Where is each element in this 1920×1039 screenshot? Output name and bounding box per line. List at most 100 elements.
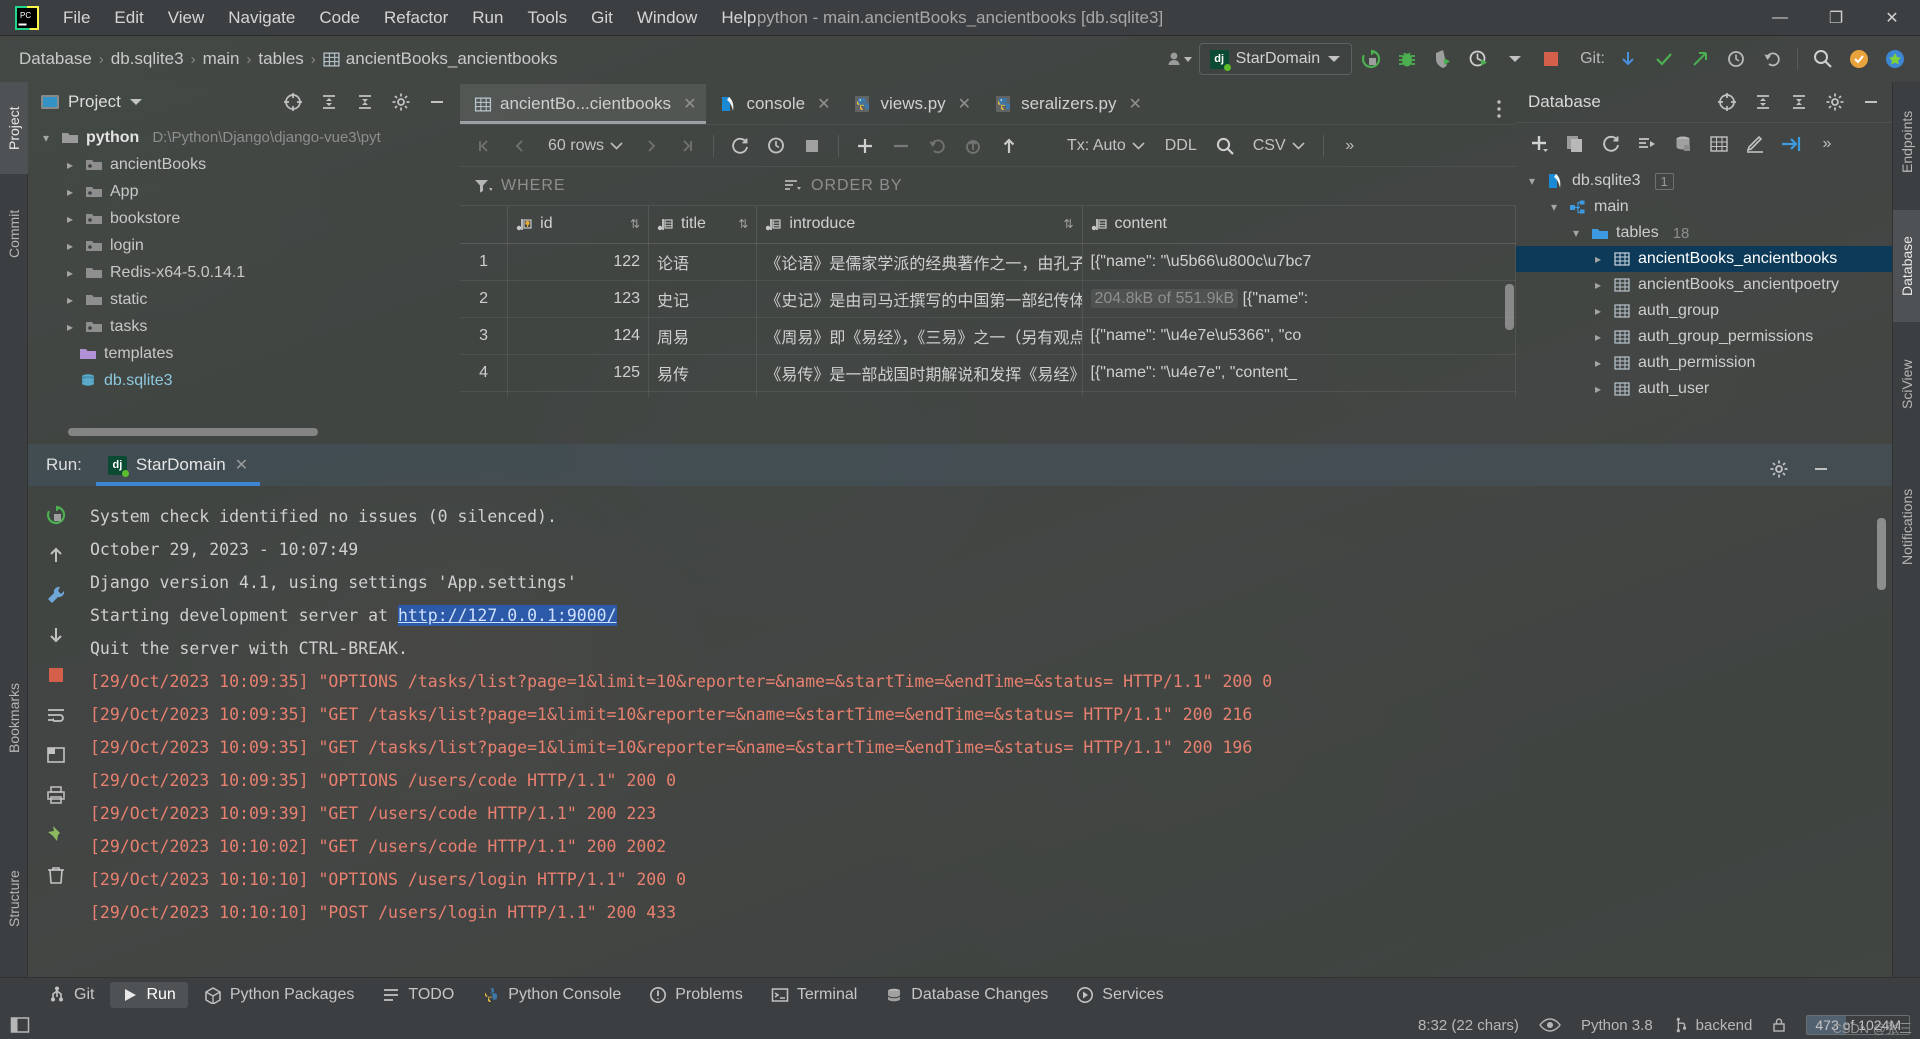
menu-git[interactable]: Git — [580, 3, 624, 33]
expand-all-icon[interactable] — [312, 87, 346, 117]
project-horizontal-scrollbar[interactable] — [68, 428, 318, 436]
run-console-output[interactable]: System check identified no issues (0 sil… — [84, 486, 1892, 979]
stop-query-icon[interactable] — [796, 131, 828, 161]
sidebar-tab-project[interactable]: Project — [0, 82, 28, 174]
window-controls[interactable]: — ❐ ✕ — [1752, 0, 1920, 36]
collapse-all-icon[interactable] — [1782, 87, 1816, 117]
jump-to-editor-icon[interactable] — [1774, 129, 1808, 159]
table-row[interactable]: 5 126 孟子 《孟子》是中国儒家典籍中的一部，记录了战国 [{"name":… — [460, 391, 1516, 398]
chevron-down-icon[interactable]: ▾ — [1524, 174, 1540, 188]
menu-file[interactable]: File — [52, 3, 101, 33]
toggle-sidebar-button[interactable] — [10, 1016, 30, 1034]
chevron-right-icon[interactable]: ▸ — [62, 266, 78, 280]
cell-introduce[interactable]: 《史记》是由司马迁撰写的中国第一部纪传体通 — [756, 280, 1083, 318]
editor-tab-views[interactable]: views.py ✕ — [840, 84, 981, 124]
cell-id[interactable]: 122 — [507, 243, 650, 281]
cell-introduce[interactable]: 《周易》即《易经》，《三易》之一（另有观点 — [756, 317, 1083, 355]
cell-introduce[interactable]: 《易传》是一部战国时期解说和发挥《易经》的 — [756, 354, 1083, 392]
chevron-down-icon[interactable]: ▾ — [38, 131, 54, 145]
transaction-mode-selector[interactable]: Tx: Auto — [1059, 131, 1153, 161]
database-toolbar[interactable]: » — [1516, 122, 1892, 164]
sort-arrows-icon[interactable]: ⇅ — [738, 217, 748, 231]
chevron-right-icon[interactable]: ▸ — [1590, 356, 1606, 370]
close-icon[interactable]: ✕ — [235, 455, 248, 475]
breadcrumb-schema[interactable]: main — [198, 47, 245, 71]
table-editor-icon[interactable] — [1702, 129, 1736, 159]
gear-icon[interactable] — [384, 87, 418, 117]
cell-id[interactable]: 126 — [507, 391, 650, 398]
cell-introduce[interactable]: 《孟子》是中国儒家典籍中的一部，记录了战国 — [756, 391, 1083, 398]
where-filter[interactable]: WHERE — [460, 177, 770, 195]
profile-icon[interactable] — [1462, 44, 1496, 74]
chevron-right-icon[interactable]: ▸ — [1590, 330, 1606, 344]
modify-icon[interactable] — [1738, 129, 1772, 159]
upload-icon[interactable] — [993, 131, 1025, 161]
search-icon[interactable] — [1209, 131, 1241, 161]
chevron-right-icon[interactable]: ▸ — [1590, 278, 1606, 292]
coverage-icon[interactable] — [1426, 44, 1460, 74]
bottom-tab-terminal[interactable]: Terminal — [759, 982, 869, 1008]
bottom-tab-run[interactable]: Run — [110, 981, 188, 1008]
menu-window[interactable]: Window — [626, 3, 708, 33]
chevron-down-icon[interactable]: ▾ — [1568, 226, 1584, 240]
breadcrumb-database[interactable]: Database — [14, 47, 97, 71]
table-row[interactable]: 3 124 周易 《周易》即《易经》，《三易》之一（另有观点 [{"name":… — [460, 317, 1516, 355]
project-panel-actions[interactable] — [276, 87, 454, 117]
bottom-tab-database-changes[interactable]: Database Changes — [873, 982, 1060, 1008]
project-tree[interactable]: ▾ python D:\Python\Django\django-vue3\py… — [28, 122, 460, 394]
chevron-right-icon[interactable]: ▸ — [1590, 382, 1606, 396]
grid-vertical-scrollbar[interactable] — [1505, 284, 1514, 330]
column-header-introduce[interactable]: introduce ⇅ — [756, 206, 1083, 244]
table-row[interactable]: 2 123 史记 《史记》是由司马迁撰写的中国第一部纪传体通 204.8kB o… — [460, 280, 1516, 318]
menu-run[interactable]: Run — [461, 3, 514, 33]
run-window-actions[interactable] — [1762, 454, 1838, 484]
cell-title[interactable]: 孟子 — [648, 391, 758, 398]
overflow-icon[interactable]: » — [1810, 129, 1844, 159]
settings-wrench-icon[interactable] — [39, 580, 73, 610]
menu-help[interactable]: Help — [710, 3, 767, 33]
git-update-icon[interactable] — [1611, 44, 1645, 74]
sort-arrows-icon[interactable]: ⇅ — [630, 217, 640, 231]
export-format-selector[interactable]: CSV — [1245, 131, 1313, 161]
tree-node-ancientbooks[interactable]: ▸ ancientBooks — [28, 151, 460, 178]
sidebar-tab-database[interactable]: Database — [1893, 210, 1920, 322]
column-header-content[interactable]: content — [1082, 206, 1516, 244]
stop-icon[interactable] — [39, 660, 73, 690]
nav-right-toolbar[interactable]: dj StarDomain Git: — [1163, 43, 1912, 75]
cell-title[interactable]: 史记 — [648, 280, 758, 318]
cell-content[interactable]: [{"name": "\u5b66\u800c\u7bc7 — [1082, 243, 1516, 281]
cell-id[interactable]: 125 — [507, 354, 650, 392]
menu-navigate[interactable]: Navigate — [217, 3, 306, 33]
notification-icon[interactable] — [1842, 44, 1876, 74]
maximize-button[interactable]: ❐ — [1808, 0, 1864, 36]
git-commit-icon[interactable] — [1647, 44, 1681, 74]
chevron-down-icon[interactable]: ▾ — [1546, 200, 1562, 214]
git-push-icon[interactable] — [1683, 44, 1717, 74]
editor-tab-bar[interactable]: ancientBo...cientbooks ✕ console ✕ views… — [460, 82, 1516, 124]
print-icon[interactable] — [39, 780, 73, 810]
sidebar-tab-notifications[interactable]: Notifications — [1893, 452, 1920, 602]
right-tool-strip[interactable]: Endpoints Database SciView Notifications — [1892, 82, 1920, 979]
cell-content[interactable]: [{"name": "\u4e7e", "content_ — [1082, 354, 1516, 392]
chevron-right-icon[interactable]: ▸ — [62, 239, 78, 253]
db-node-ancientbooks-ancientbooks[interactable]: ▸ ancientBooks_ancientbooks — [1516, 246, 1892, 272]
data-grid[interactable]: id ⇅ title ⇅ introduce ⇅ content 1 122 论… — [460, 206, 1516, 398]
git-branch-widget[interactable]: backend — [1673, 1017, 1752, 1034]
breadcrumb-db-file[interactable]: db.sqlite3 — [106, 47, 189, 71]
bottom-tab-problems[interactable]: Problems — [637, 982, 755, 1008]
left-tool-strip[interactable]: Project Commit Bookmarks Structure — [0, 82, 28, 979]
run-tab-stardomain[interactable]: dj StarDomain ✕ — [95, 444, 261, 486]
debug-icon[interactable] — [1390, 44, 1424, 74]
gear-icon[interactable] — [1762, 454, 1796, 484]
db-node-auth-group-permissions[interactable]: ▸ auth_group_permissions — [1516, 324, 1892, 350]
grid-overflow-icon[interactable]: » — [1334, 131, 1366, 161]
data-grid-toolbar[interactable]: 60 rows Tx: Auto DDL CSV » — [460, 124, 1516, 166]
tree-node-redis[interactable]: ▸ Redis-x64-5.0.14.1 — [28, 259, 460, 286]
menu-refactor[interactable]: Refactor — [373, 3, 459, 33]
add-row-icon[interactable] — [849, 131, 881, 161]
hide-panel-icon[interactable] — [1804, 454, 1838, 484]
tree-node-login[interactable]: ▸ login — [28, 232, 460, 259]
reload-icon[interactable] — [724, 131, 756, 161]
table-row[interactable]: 1 122 论语 《论语》是儒家学派的经典著作之一，由孔子的 [{"name":… — [460, 243, 1516, 281]
stop-icon[interactable] — [1534, 44, 1568, 74]
